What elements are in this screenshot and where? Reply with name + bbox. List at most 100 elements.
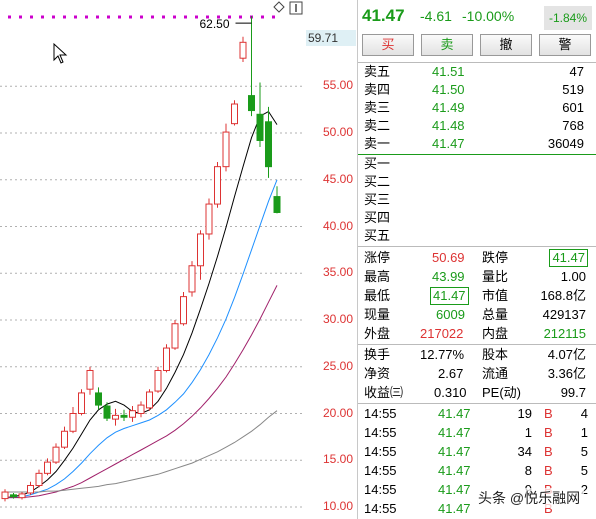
- buy-button[interactable]: 买: [362, 34, 414, 56]
- float-value: 3.36亿: [547, 366, 586, 381]
- cur-vol-value: 6009: [436, 307, 465, 322]
- quote-header: 41.47 -4.61 -10.00% -1.84%: [358, 6, 596, 30]
- inner-label: 内盘: [482, 326, 509, 341]
- candle-body[interactable]: [120, 414, 128, 418]
- tick-side: B: [544, 463, 553, 478]
- candle-body[interactable]: [69, 413, 77, 432]
- buy-row[interactable]: 买五: [358, 227, 596, 245]
- candle-body[interactable]: [239, 41, 247, 59]
- axis-tick-label: 45.00: [322, 171, 353, 186]
- tick-price: 41.47: [438, 501, 471, 516]
- candle-body[interactable]: [256, 113, 264, 141]
- candle-body[interactable]: [35, 472, 43, 486]
- candle-body[interactable]: [205, 203, 213, 235]
- candle-body[interactable]: [78, 392, 85, 414]
- tick-row: 14:55 41.47 19 B 4: [358, 405, 596, 423]
- candle-body[interactable]: [129, 410, 136, 418]
- cancel-button[interactable]: 撤: [480, 34, 532, 56]
- candle-body[interactable]: [95, 392, 102, 406]
- tick-side: B: [544, 406, 553, 421]
- nav-value: 2.67: [438, 366, 464, 381]
- candle-body[interactable]: [112, 414, 119, 420]
- candle-body[interactable]: [231, 103, 238, 125]
- float-label: 流通: [482, 366, 509, 381]
- kline-chart[interactable]: 62.50: [0, 0, 305, 519]
- eps-label: 收益㈢: [364, 385, 404, 400]
- sell-level-vol: 768: [562, 118, 584, 133]
- quote-panel: 41.47 -4.61 -10.00% -1.84% 买 卖 撤 警 卖五 41…: [358, 0, 596, 519]
- tick-price: 41.47: [438, 463, 471, 478]
- tick-vol: 8: [524, 463, 532, 478]
- candle-body[interactable]: [52, 446, 60, 463]
- candle-body[interactable]: [10, 494, 17, 498]
- high-label: 最高: [364, 269, 391, 284]
- axis-tick-label: 55.00: [322, 78, 353, 93]
- price-axis: 59.71 55.00 50.00 45.00 40.00 35.00 30.00 25.0…: [305, 0, 357, 519]
- buy-level-label: 买一: [364, 156, 391, 171]
- sell-level-vol: 36049: [547, 136, 584, 151]
- nav-label: 净资: [364, 366, 391, 381]
- sell-button[interactable]: 卖: [421, 34, 473, 56]
- axis-tick-label: 50.00: [322, 125, 353, 139]
- buy-row[interactable]: 买四: [358, 209, 596, 227]
- limit-up-value: 50.69: [432, 250, 465, 265]
- tick-vol: 34: [517, 444, 532, 459]
- candle-body[interactable]: [44, 461, 51, 474]
- candle-body[interactable]: [103, 405, 111, 419]
- sell-level-label: 卖五: [364, 64, 391, 79]
- buy-level-label: 买五: [364, 228, 391, 243]
- kline-svg[interactable]: 62.50: [0, 0, 305, 519]
- candle-body[interactable]: [154, 369, 162, 392]
- candle-body[interactable]: [265, 121, 272, 168]
- price-change: -4.61: [420, 8, 452, 24]
- tick-time: 14:55: [364, 482, 397, 497]
- equity-label: 股本: [482, 347, 509, 362]
- tick-price: 41.47: [438, 444, 471, 459]
- candle-body[interactable]: [171, 323, 179, 349]
- total-vol-label: 总量: [482, 307, 509, 322]
- buy-row[interactable]: 买二: [358, 173, 596, 191]
- tick-time: 14:55: [364, 463, 397, 478]
- candle-body[interactable]: [137, 404, 145, 414]
- sell-level-label: 卖一: [364, 136, 391, 151]
- tick-time: 14:55: [364, 501, 397, 516]
- limit-down-label: 跌停: [482, 250, 509, 265]
- candle-body[interactable]: [188, 265, 196, 293]
- sell-row[interactable]: 卖三 41.49 601: [358, 99, 596, 117]
- candle-body[interactable]: [61, 430, 68, 448]
- axis-tick-label: 15.00: [322, 452, 353, 467]
- candle-body[interactable]: [86, 369, 94, 390]
- candle-body[interactable]: [197, 233, 204, 267]
- candle-body[interactable]: [27, 484, 34, 494]
- candle-body[interactable]: [248, 95, 255, 112]
- alert-button[interactable]: 警: [539, 34, 591, 56]
- tick-count: 1: [580, 425, 588, 440]
- tick-row: 14:55 41.47 8 B 5: [358, 462, 596, 480]
- buy-row[interactable]: 买一: [358, 155, 596, 173]
- low-label: 最低: [364, 288, 391, 303]
- buy-level-label: 买三: [364, 192, 391, 207]
- sell-row[interactable]: 卖四 41.50 519: [358, 81, 596, 99]
- buy-row[interactable]: 买三: [358, 191, 596, 209]
- tick-price: 41.47: [438, 482, 471, 497]
- diamond-icon[interactable]: [273, 1, 285, 13]
- tick-price: 41.47: [438, 406, 471, 421]
- candle-body[interactable]: [214, 166, 221, 205]
- speed-tag: -1.84%: [544, 6, 592, 30]
- equity-value: 4.07亿: [547, 347, 586, 362]
- sell-row[interactable]: 卖五 41.51 47: [358, 63, 596, 81]
- sell-row[interactable]: 卖一 41.47 36049: [358, 135, 596, 153]
- candle-body[interactable]: [222, 131, 230, 168]
- candle-body[interactable]: [163, 347, 170, 371]
- candle-body[interactable]: [273, 196, 281, 213]
- sell-row[interactable]: 卖二 41.48 768: [358, 117, 596, 135]
- sell-level-label: 卖二: [364, 118, 391, 133]
- candle-body[interactable]: [146, 391, 153, 409]
- axis-tick-label: 40.00: [322, 218, 353, 233]
- tick-row: 14:55 41.47 1 B 1: [358, 424, 596, 442]
- turnover-label: 换手: [364, 347, 391, 362]
- sell-level-price: 41.51: [432, 64, 465, 79]
- candle-body[interactable]: [180, 296, 187, 325]
- candle-body[interactable]: [1, 491, 9, 500]
- candle-body[interactable]: [18, 493, 26, 499]
